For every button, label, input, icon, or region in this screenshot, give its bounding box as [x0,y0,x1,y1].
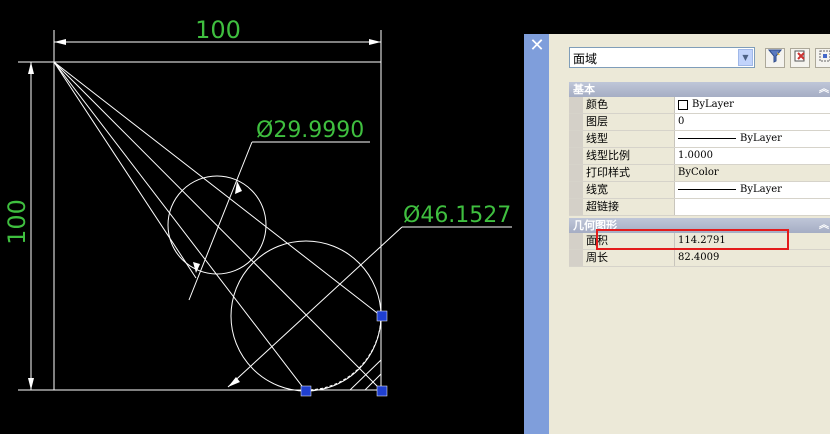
palette-titlebar[interactable]: ✕ [524,34,549,434]
arrow-width-right [369,39,381,45]
grip-corner[interactable] [376,385,388,397]
line-sample [678,189,736,190]
linetype-value: ByLayer [740,133,782,144]
section-general-header[interactable]: 基本 ︽ [569,82,830,97]
property-value[interactable]: 0 [675,114,830,130]
large-circle[interactable] [230,240,382,392]
collapse-icon[interactable]: ︽ [819,82,829,97]
drawing-svg[interactable]: 100 100 Ø29.9990 Ø46.1527 [0,0,524,434]
property-value[interactable]: ByLayer [675,182,830,198]
section-general: 基本 ︽ 颜色 ByLayer 图层 0 线型 ByLayer 线型比例 1.0… [569,82,830,216]
property-value: 82.4009 [675,250,830,266]
arrow-width-left [54,39,66,45]
grip-right[interactable] [376,310,388,322]
arrow-large [228,377,240,387]
arrow-height-top [28,62,34,74]
object-type-value: 面域 [573,52,598,66]
property-name: 周长 [583,250,675,266]
properties-palette: ✕ 面域 ▼ 基本 ︽ 颜色 ByLayer 图层 0 线型 ByLayer 线… [524,34,830,434]
property-name: 图层 [583,114,675,130]
select-objects-icon[interactable] [790,48,810,68]
close-icon[interactable]: ✕ [527,36,547,56]
property-row-hyperlink[interactable]: 超链接 [569,199,830,216]
object-type-dropdown[interactable]: 面域 ▼ [569,47,755,68]
collapse-icon[interactable]: ︽ [819,218,829,233]
property-value[interactable]: ByLayer [675,97,830,113]
dim-width-text: 100 [195,16,241,44]
property-row-linetype-scale[interactable]: 线型比例 1.0000 [569,148,830,165]
chevron-down-icon[interactable]: ▼ [738,49,753,66]
property-value[interactable] [675,199,830,215]
property-name: 线型 [583,131,675,147]
property-row-layer[interactable]: 图层 0 [569,114,830,131]
quick-select-icon[interactable] [765,48,785,68]
properties-panel: 面域 ▼ 基本 ︽ 颜色 ByLayer 图层 0 线型 ByLayer 线型比… [549,34,830,434]
property-value[interactable]: 1.0000 [675,148,830,164]
property-value[interactable]: ByLayer [675,131,830,147]
tangent-line-1[interactable] [53,61,306,391]
property-row-perimeter[interactable]: 周长 82.4009 [569,250,830,267]
property-name: 超链接 [583,199,675,215]
toggle-pickadd-icon[interactable] [815,48,830,68]
diagonal-line[interactable] [53,61,382,391]
color-value: ByLayer [692,99,734,110]
property-name: 颜色 [583,97,675,113]
area-highlight-box [596,229,789,250]
arrow-height-bottom [28,378,34,390]
property-value: ByColor [675,165,830,181]
property-row-color[interactable]: 颜色 ByLayer [569,97,830,114]
dim-large-circle-text: Ø46.1527 [403,203,511,228]
line-sample [678,138,736,139]
dim-small-circle-text: Ø29.9990 [256,118,364,143]
tangent-line-2[interactable] [53,61,382,317]
property-row-lineweight[interactable]: 线宽 ByLayer [569,182,830,199]
section-general-title: 基本 [573,83,595,96]
lineweight-value: ByLayer [740,184,782,195]
color-swatch-icon [678,99,688,110]
dim-height-text: 100 [3,199,31,245]
property-row-linetype[interactable]: 线型 ByLayer [569,131,830,148]
property-row-plot-style[interactable]: 打印样式 ByColor [569,165,830,182]
property-name: 线宽 [583,182,675,198]
drawing-canvas[interactable]: 100 100 Ø29.9990 Ø46.1527 [0,0,524,434]
grip-bottom-left[interactable] [300,385,312,397]
property-name: 线型比例 [583,148,675,164]
dim-large-leader [227,226,403,388]
tangent-line-3[interactable] [53,61,197,279]
property-name: 打印样式 [583,165,675,181]
arrow-small-bottom [193,262,200,273]
